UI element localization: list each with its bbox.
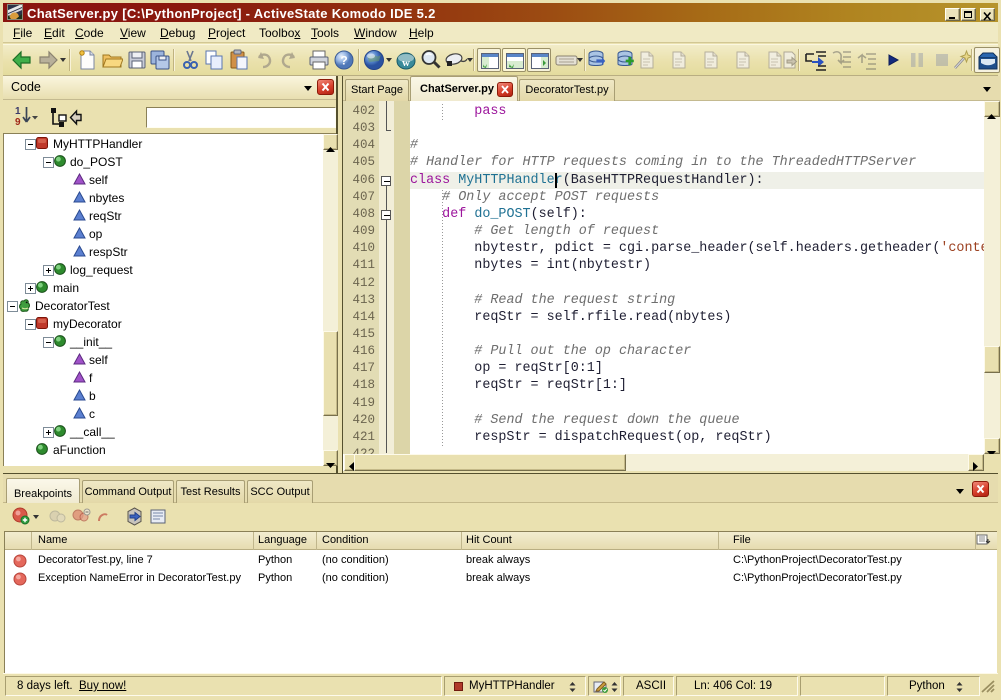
svg-text:?: ? bbox=[340, 54, 347, 68]
svg-text:1: 1 bbox=[15, 106, 21, 117]
svg-text:9: 9 bbox=[15, 117, 21, 128]
svg-text:w: w bbox=[402, 57, 410, 69]
